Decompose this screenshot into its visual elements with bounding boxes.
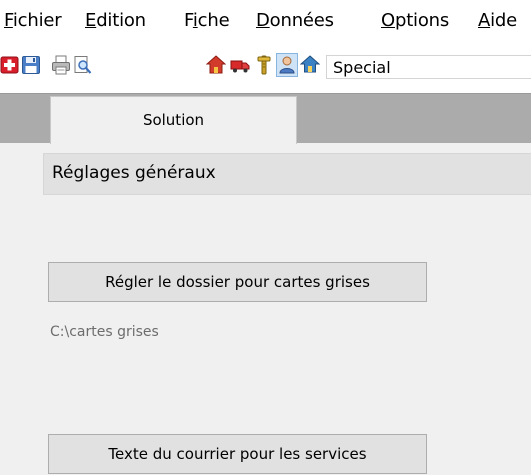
menu-edition-label: dition bbox=[96, 10, 146, 31]
menu-fiche-prefix: F bbox=[184, 10, 193, 31]
menu-aide[interactable]: Aide bbox=[478, 10, 517, 31]
mail-text-button-label: Texte du courrier pour les services bbox=[108, 445, 367, 463]
folder-path: C:\cartes grises bbox=[50, 324, 159, 340]
menu-fiche-label: che bbox=[197, 10, 230, 31]
menu-fiche[interactable]: Fiche bbox=[184, 10, 230, 31]
house-icon[interactable] bbox=[206, 54, 226, 76]
menu-donnees[interactable]: Données bbox=[256, 10, 334, 31]
home-arrow-icon[interactable] bbox=[300, 54, 320, 76]
set-folder-button[interactable]: Régler le dossier pour cartes grises bbox=[48, 262, 427, 302]
menu-donnees-label: onnées bbox=[269, 10, 334, 31]
section-title: Réglages généraux bbox=[52, 163, 216, 183]
menu-edition[interactable]: Edition bbox=[85, 10, 146, 31]
menu-donnees-mnemonic: D bbox=[256, 10, 270, 31]
menu-options-mnemonic: O bbox=[381, 10, 395, 31]
save-icon[interactable] bbox=[21, 54, 41, 76]
tab-solution-label: Solution bbox=[142, 111, 205, 129]
tab-solution[interactable]: Solution bbox=[50, 96, 297, 144]
section-header: Réglages généraux bbox=[43, 153, 531, 195]
mail-text-button[interactable]: Texte du courrier pour les services bbox=[48, 434, 427, 474]
tools-icon[interactable] bbox=[254, 54, 274, 76]
menu-edition-mnemonic: E bbox=[85, 10, 97, 31]
menu-bar: Fichier Edition Fiche Données Options Ai… bbox=[0, 0, 531, 45]
printer-icon[interactable] bbox=[51, 54, 71, 76]
menu-fichier-label: ichier bbox=[12, 10, 62, 31]
menu-aide-mnemonic: A bbox=[478, 10, 491, 31]
toolbar: Special bbox=[0, 45, 531, 93]
mode-combo-value: Special bbox=[333, 58, 391, 77]
set-folder-button-label: Régler le dossier pour cartes grises bbox=[105, 273, 370, 291]
menu-options-label: ptions bbox=[394, 10, 450, 31]
menu-aide-label: ide bbox=[490, 10, 518, 31]
menu-fichier-mnemonic: F bbox=[4, 10, 13, 31]
menu-options[interactable]: Options bbox=[381, 10, 449, 31]
medical-cross-icon[interactable] bbox=[0, 54, 20, 76]
user-icon[interactable] bbox=[276, 53, 298, 77]
menu-fichier[interactable]: Fichier bbox=[4, 10, 62, 31]
print-preview-icon[interactable] bbox=[73, 54, 93, 76]
truck-icon[interactable] bbox=[230, 54, 250, 76]
mode-combo[interactable]: Special bbox=[326, 55, 531, 79]
